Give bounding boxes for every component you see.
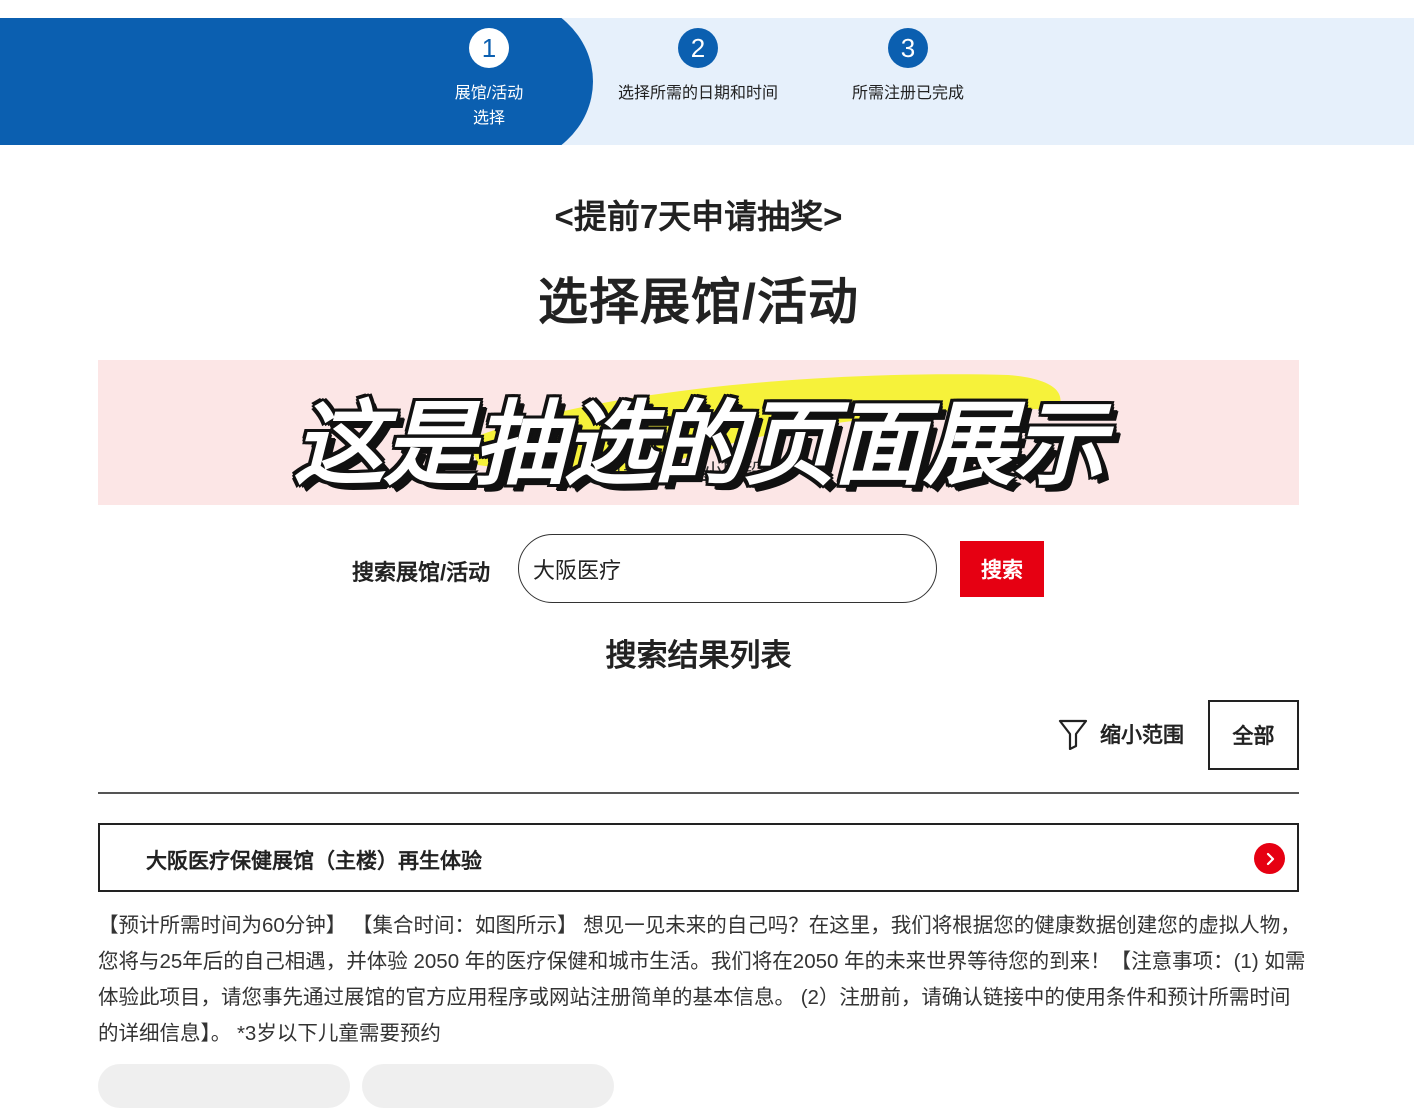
overlay-banner: 可选……段小时段 这是抽选的页面展示 — [98, 360, 1299, 505]
step-label: 展馆/活动 选择 — [389, 81, 589, 131]
result-title: 大阪医疗保健展馆（主楼）再生体验 — [146, 850, 482, 873]
result-description: 【预计所需时间为60分钟】 【集合时间：如图所示】 想见一见未来的自己吗？在这里… — [98, 914, 1306, 1045]
step-label-line: 展馆/活动 — [454, 85, 524, 102]
filter-label: 缩小范围 — [1100, 724, 1184, 747]
step-number: 2 — [678, 28, 718, 68]
search-label: 搜索展馆/活动 — [352, 560, 491, 585]
search-button[interactable]: 搜索 — [960, 541, 1044, 597]
step-label-line: 选择 — [472, 110, 505, 127]
results-title: 搜索结果列表 — [605, 638, 792, 673]
page-title: 选择展馆/活动 — [538, 274, 859, 330]
step-2: 2 选择所需的日期和时间 — [598, 28, 798, 106]
search-input[interactable] — [518, 534, 937, 603]
filter-funnel-icon — [1058, 719, 1088, 750]
all-filter-button[interactable]: 全部 — [1208, 700, 1299, 770]
result-item[interactable]: 大阪医疗保健展馆（主楼）再生体验 — [98, 823, 1299, 892]
step-label: 选择所需的日期和时间 — [617, 85, 778, 102]
page-subtitle: <提前7天申请抽奖> — [554, 198, 843, 235]
progress-stepper: 1 展馆/活动 选择 2 选择所需的日期和时间 3 所需注册已完成 — [0, 18, 1414, 145]
step-number: 3 — [888, 28, 928, 68]
narrow-filter-button[interactable]: 缩小范围 — [1058, 718, 1184, 750]
step-1: 1 展馆/活动 选择 — [389, 28, 589, 131]
step-label: 所需注册已完成 — [851, 85, 964, 102]
step-number: 1 — [469, 28, 509, 68]
overlay-caption: 这是抽选的页面展示 — [293, 394, 1105, 496]
divider — [98, 792, 1299, 794]
chevron-right-icon-glyph — [1266, 852, 1274, 865]
tag-chip[interactable] — [98, 1064, 350, 1108]
step-3: 3 所需注册已完成 — [808, 28, 1008, 106]
chevron-right-icon[interactable] — [1254, 843, 1285, 874]
tag-chip[interactable] — [362, 1064, 614, 1108]
